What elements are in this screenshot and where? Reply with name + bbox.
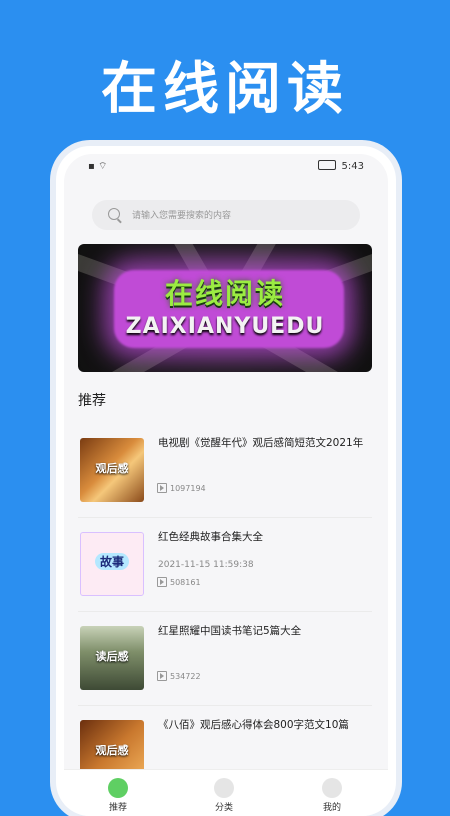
signal-wifi-icon: ▪ ⌔ (88, 161, 108, 172)
tab-label: 推荐 (108, 803, 127, 813)
status-bar: ▪ ⌔ 5:43 (64, 154, 388, 178)
status-right: 5:43 (317, 160, 364, 172)
list-item[interactable]: 故事 红色经典故事合集大全 2021-11-15 11:59:38 508161 (78, 518, 372, 612)
item-title: 电视剧《觉醒年代》观后感简短范文2021年 (158, 437, 364, 449)
search-bar[interactable]: 请输入您需要搜索的内容 (92, 200, 360, 230)
item-views: 534722 (157, 671, 201, 681)
item-title: 红星照耀中国读书笔记5篇大全 (158, 625, 302, 637)
play-icon (157, 483, 167, 493)
user-icon (322, 778, 342, 798)
grid-icon (214, 778, 234, 798)
home-icon (108, 778, 128, 798)
promo-title: 在线阅读 (101, 57, 349, 122)
item-title: 《八佰》观后感心得体会800字范文10篇 (158, 719, 349, 731)
list-item[interactable]: 读后感 红星照耀中国读书笔记5篇大全 534722 (78, 612, 372, 706)
item-views: 508161 (157, 577, 201, 587)
status-time: 5:43 (341, 161, 364, 172)
item-date: 2021-11-15 11:59:38 (158, 560, 254, 570)
thumbnail: 读后感 (80, 626, 144, 690)
article-list: 观后感 电视剧《觉醒年代》观后感简短范文2021年 1097194 故事 红色经… (78, 424, 372, 799)
banner[interactable]: 在线阅读 ZAIXIANYUEDU (78, 244, 372, 372)
item-title: 红色经典故事合集大全 (158, 531, 263, 543)
app-screen: ▪ ⌔ 5:43 请输入您需要搜索的内容 在线阅读 ZAIXIANYUEDU 推… (64, 154, 388, 816)
thumbnail: 观后感 (80, 438, 144, 502)
thumbnail: 故事 (80, 532, 144, 596)
play-icon (157, 671, 167, 681)
search-placeholder: 请输入您需要搜索的内容 (132, 211, 232, 221)
search-icon (108, 208, 120, 220)
banner-title: 在线阅读 (164, 277, 285, 310)
list-item[interactable]: 观后感 电视剧《觉醒年代》观后感简短范文2021年 1097194 (78, 424, 372, 518)
tab-label: 分类 (214, 803, 233, 813)
tab-recommend[interactable]: 推荐 (88, 778, 148, 813)
bottom-tab-bar: 推荐 分类 我的 (64, 769, 388, 816)
banner-subtitle: ZAIXIANYUEDU (125, 314, 325, 339)
item-views: 1097194 (157, 483, 206, 493)
tab-profile[interactable]: 我的 (302, 778, 362, 813)
phone-frame: ▪ ⌔ 5:43 请输入您需要搜索的内容 在线阅读 ZAIXIANYUEDU 推… (56, 146, 396, 816)
play-icon (157, 577, 167, 587)
tab-category[interactable]: 分类 (194, 778, 254, 813)
section-title: 推荐 (78, 393, 106, 409)
battery-icon (317, 160, 336, 170)
tab-label: 我的 (322, 803, 341, 813)
